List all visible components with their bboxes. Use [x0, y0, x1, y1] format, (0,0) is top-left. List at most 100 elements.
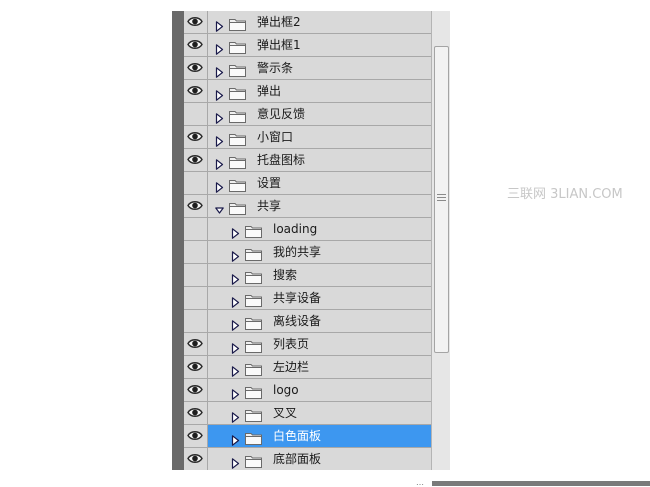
layer-name: 离线设备: [273, 314, 322, 328]
scrollbar-thumb[interactable]: [434, 46, 449, 353]
layer-row[interactable]: 托盘图标: [184, 149, 431, 172]
layer-row[interactable]: 叉叉: [184, 402, 431, 425]
folder-icon: [245, 292, 262, 311]
eye-icon: [187, 17, 203, 26]
layer-row[interactable]: 共享: [184, 195, 431, 218]
scrollbar-grip-icon: [437, 194, 446, 202]
layer-row[interactable]: 白色面板: [184, 425, 431, 448]
folder-icon: [245, 430, 262, 449]
layer-row[interactable]: 弹出框2: [184, 11, 431, 34]
eye-icon: [187, 201, 203, 210]
layer-row[interactable]: loading: [184, 218, 431, 241]
visibility-toggle[interactable]: [184, 241, 208, 263]
visibility-toggle[interactable]: [184, 80, 208, 102]
layer-row[interactable]: logo: [184, 379, 431, 402]
panel-left-edge: [172, 11, 184, 470]
visibility-toggle[interactable]: [184, 448, 208, 470]
layer-name: 设置: [257, 176, 282, 190]
visibility-toggle[interactable]: [184, 333, 208, 355]
visibility-toggle[interactable]: [184, 11, 208, 33]
folder-icon: [229, 85, 246, 104]
eye-icon: [187, 86, 203, 95]
layer-row[interactable]: 共享设备: [184, 287, 431, 310]
layer-row[interactable]: 警示条: [184, 57, 431, 80]
layer-row[interactable]: 搜索: [184, 264, 431, 287]
folder-icon: [229, 108, 246, 127]
layer-name: 警示条: [257, 61, 294, 75]
layer-row[interactable]: 离线设备: [184, 310, 431, 333]
layers-panel: 弹出框2 弹出框1 警示条弹出意见反馈小窗口托盘图标设置共享 loading 我的共享搜…: [172, 11, 450, 470]
folder-icon: [229, 177, 246, 196]
folder-icon: [229, 16, 246, 35]
watermark-text: 三联网 3LIAN.COM: [507, 187, 623, 202]
layer-list: 弹出框2 弹出框1 警示条弹出意见反馈小窗口托盘图标设置共享 loading 我的共享搜…: [184, 11, 431, 470]
folder-icon: [245, 361, 262, 380]
folder-icon: [245, 384, 262, 403]
eye-icon: [187, 40, 203, 49]
eye-icon: [187, 132, 203, 141]
visibility-toggle[interactable]: [184, 195, 208, 217]
folder-icon: [245, 246, 262, 265]
scrollbar[interactable]: [431, 11, 450, 470]
eye-icon: [187, 454, 203, 463]
eye-icon: [187, 339, 203, 348]
expand-triangle-icon[interactable]: [231, 454, 240, 470]
layer-row[interactable]: 左边栏: [184, 356, 431, 379]
eye-icon: [187, 362, 203, 371]
layer-row[interactable]: 我的共享: [184, 241, 431, 264]
visibility-toggle[interactable]: [184, 356, 208, 378]
eye-icon: [187, 408, 203, 417]
layer-name: loading: [273, 222, 318, 236]
layer-name: 搜索: [273, 268, 298, 282]
visibility-toggle[interactable]: [184, 172, 208, 194]
folder-icon: [245, 223, 262, 242]
eye-icon: [187, 155, 203, 164]
layer-name: 托盘图标: [257, 153, 306, 167]
folder-icon: [229, 200, 246, 219]
visibility-toggle[interactable]: [184, 34, 208, 56]
visibility-toggle[interactable]: [184, 126, 208, 148]
layer-name: 共享: [257, 199, 282, 213]
visibility-toggle[interactable]: [184, 425, 208, 447]
folder-icon: [229, 154, 246, 173]
layer-row[interactable]: 列表页: [184, 333, 431, 356]
visibility-toggle[interactable]: [184, 379, 208, 401]
visibility-toggle[interactable]: [184, 149, 208, 171]
eye-icon: [187, 63, 203, 72]
layer-name: 我的共享: [273, 245, 322, 259]
visibility-toggle[interactable]: [184, 264, 208, 286]
layer-row[interactable]: 弹出: [184, 80, 431, 103]
layer-name: 弹出框2: [257, 15, 301, 29]
layer-name: 弹出: [257, 84, 282, 98]
visibility-toggle[interactable]: [184, 218, 208, 240]
layer-name: 左边栏: [273, 360, 310, 374]
visibility-toggle[interactable]: [184, 287, 208, 309]
visibility-toggle[interactable]: [184, 402, 208, 424]
layer-name: 弹出框1: [257, 38, 301, 52]
folder-icon: [245, 315, 262, 334]
layer-row[interactable]: 设置: [184, 172, 431, 195]
layer-row[interactable]: 小窗口: [184, 126, 431, 149]
folder-icon: [245, 269, 262, 288]
visibility-toggle[interactable]: [184, 103, 208, 125]
layer-name: 小窗口: [257, 130, 294, 144]
folder-icon: [229, 131, 246, 150]
folder-icon: [229, 39, 246, 58]
layer-name: logo: [273, 383, 299, 397]
folder-icon: [229, 62, 246, 81]
layer-row[interactable]: 底部面板: [184, 448, 431, 470]
layer-name: 意见反馈: [257, 107, 306, 121]
layer-name: 叉叉: [273, 406, 298, 420]
visibility-toggle[interactable]: [184, 57, 208, 79]
folder-icon: [245, 407, 262, 426]
bottom-bar: [432, 481, 650, 486]
layer-name: 底部面板: [273, 452, 322, 466]
eye-icon: [187, 431, 203, 440]
visibility-toggle[interactable]: [184, 310, 208, 332]
eye-icon: [187, 385, 203, 394]
layer-row[interactable]: 弹出框1: [184, 34, 431, 57]
layer-name: 白色面板: [273, 429, 322, 443]
layer-name: 共享设备: [273, 291, 322, 305]
layer-row[interactable]: 意见反馈: [184, 103, 431, 126]
layer-name: 列表页: [273, 337, 310, 351]
